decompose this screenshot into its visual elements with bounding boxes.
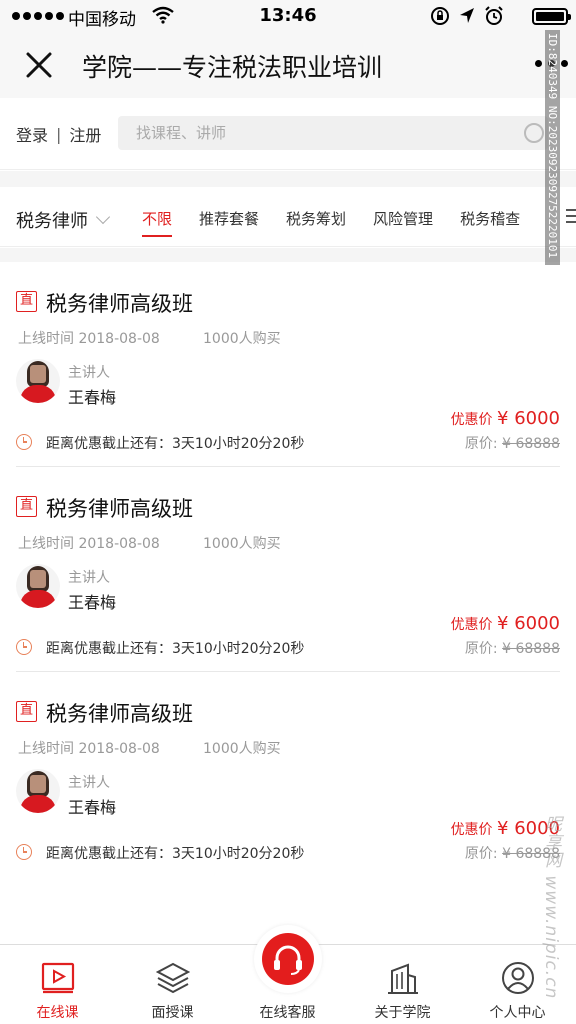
tabbar-label: 在线客服 [259, 1005, 316, 1021]
countdown-text: 距离优惠截止还有：3天10小时20分20秒 [46, 641, 305, 657]
system-icons [430, 6, 504, 26]
lecturer-avatar [16, 769, 60, 813]
tabbar-label: 关于学院 [374, 1005, 431, 1021]
discount-price: 优惠价 ¥ 6000 [451, 613, 560, 634]
original-price-label: 原价: [464, 436, 503, 452]
headset-icon [274, 945, 302, 975]
register-link[interactable]: 注册 [69, 122, 101, 146]
tab-tax-audit[interactable]: 税务稽查 [460, 208, 520, 237]
countdown-text: 距离优惠截止还有：3天10小时20分20秒 [46, 436, 305, 452]
lecturer-name: 王春梅 [68, 388, 117, 407]
bottom-tab-bar: 在线课 面授课 在线客服 关于学院 个人中心 [0, 925, 576, 1024]
tabs-menu-icon[interactable] [566, 209, 576, 223]
category-label: 税务律师 [16, 211, 88, 232]
lecturer-avatar [16, 564, 60, 608]
tabbar-label: 面授课 [151, 1005, 194, 1021]
original-price-label: 原价: [464, 846, 503, 862]
filter-bar: 税务律师 不限 推荐套餐 税务筹划 风险管理 税务稽查 [0, 187, 576, 247]
location-arrow-icon [460, 8, 474, 23]
lecturer-label: 主讲人 [68, 365, 110, 381]
search-icon[interactable] [524, 123, 544, 143]
tabbar-label: 在线课 [36, 1005, 79, 1021]
live-badge: 直 [16, 291, 37, 312]
tab-recommended[interactable]: 推荐套餐 [199, 208, 259, 237]
lecturer-label: 主讲人 [68, 570, 110, 586]
buyer-count: 1000人购买 [203, 536, 281, 552]
layers-icon [156, 962, 190, 994]
video-play-icon [41, 962, 75, 994]
alarm-icon [485, 6, 503, 25]
id-watermark: ID:8240349 NO:20230923092752220101 [545, 30, 560, 265]
discount-price-label: 优惠价 [450, 822, 493, 838]
section-gap [0, 171, 576, 187]
auth-search-bar: 登录 | 注册 [0, 98, 576, 170]
tabbar-offline-course[interactable]: 面授课 [115, 945, 230, 1024]
filter-tabs: 不限 推荐套餐 税务筹划 风险管理 税务稽查 [142, 208, 520, 237]
lecturer-avatar [16, 359, 60, 403]
clock-icon [16, 434, 32, 450]
site-watermark: 昵享网 www.nipic.cn [541, 815, 561, 1000]
tab-all[interactable]: 不限 [142, 208, 173, 237]
live-badge: 直 [16, 701, 37, 722]
buyer-count: 1000人购买 [203, 741, 281, 757]
original-price-label: 原价: [464, 641, 503, 657]
course-title[interactable]: 税务律师高级班 [46, 698, 193, 728]
tabbar-label: 个人中心 [489, 1005, 546, 1021]
discount-price: 优惠价 ¥ 6000 [451, 408, 560, 429]
lecturer-name: 王春梅 [68, 593, 117, 612]
title-bar: 学院——专注税法职业培训 [0, 32, 576, 98]
course-card[interactable]: 直 税务律师高级班 上线时间 2018-08-08 1000人购买 主讲人 王春… [0, 672, 576, 877]
status-bar: 中国移动 13:46 [0, 0, 576, 32]
tab-tax-planning[interactable]: 税务筹划 [286, 208, 346, 237]
close-icon[interactable] [22, 48, 56, 82]
discount-price-label: 优惠价 [450, 617, 493, 633]
discount-price-label: 优惠价 [450, 412, 493, 428]
discount-price-value: ¥ 6000 [497, 613, 560, 634]
auth-separator: | [56, 124, 62, 144]
release-date: 上线时间 2018-08-08 [18, 331, 160, 347]
original-price-value: ¥ 68888 [502, 641, 560, 657]
login-link[interactable]: 登录 [16, 122, 48, 146]
tabbar-online-service[interactable]: 在线客服 [230, 925, 345, 1024]
rotation-lock-icon [431, 7, 449, 25]
release-date: 上线时间 2018-08-08 [18, 536, 160, 552]
search-input[interactable] [118, 116, 498, 150]
tabbar-online-course[interactable]: 在线课 [0, 945, 115, 1024]
service-button[interactable] [254, 925, 322, 993]
course-title[interactable]: 税务律师高级班 [46, 493, 193, 523]
course-title[interactable]: 税务律师高级班 [46, 288, 193, 318]
buyer-count: 1000人购买 [203, 331, 281, 347]
auth-links: 登录 | 注册 [16, 122, 101, 146]
lecturer-name: 王春梅 [68, 798, 117, 817]
clock-icon [16, 639, 32, 655]
tab-risk-management[interactable]: 风险管理 [373, 208, 433, 237]
countdown-text: 距离优惠截止还有：3天10小时20分20秒 [46, 846, 305, 862]
original-price: 原价: ¥ 68888 [465, 433, 560, 453]
live-badge: 直 [16, 496, 37, 517]
original-price-value: ¥ 68888 [502, 436, 560, 452]
release-date: 上线时间 2018-08-08 [18, 741, 160, 757]
user-icon [502, 962, 534, 994]
category-dropdown[interactable]: 税务律师 [16, 207, 111, 233]
list-gap [0, 248, 576, 262]
page-title: 学院——专注税法职业培训 [82, 53, 383, 82]
discount-price-value: ¥ 6000 [497, 408, 560, 429]
building-icon [388, 963, 418, 994]
course-card[interactable]: 直 税务律师高级班 上线时间 2018-08-08 1000人购买 主讲人 王春… [0, 467, 576, 672]
course-card[interactable]: 直 税务律师高级班 上线时间 2018-08-08 1000人购买 主讲人 王春… [0, 262, 576, 467]
lecturer-label: 主讲人 [68, 775, 110, 791]
tabbar-about[interactable]: 关于学院 [345, 945, 460, 1024]
chevron-down-icon [95, 209, 111, 225]
clock-icon [16, 844, 32, 860]
original-price: 原价: ¥ 68888 [465, 638, 560, 658]
search-box[interactable] [118, 116, 548, 150]
battery-icon [532, 8, 571, 25]
